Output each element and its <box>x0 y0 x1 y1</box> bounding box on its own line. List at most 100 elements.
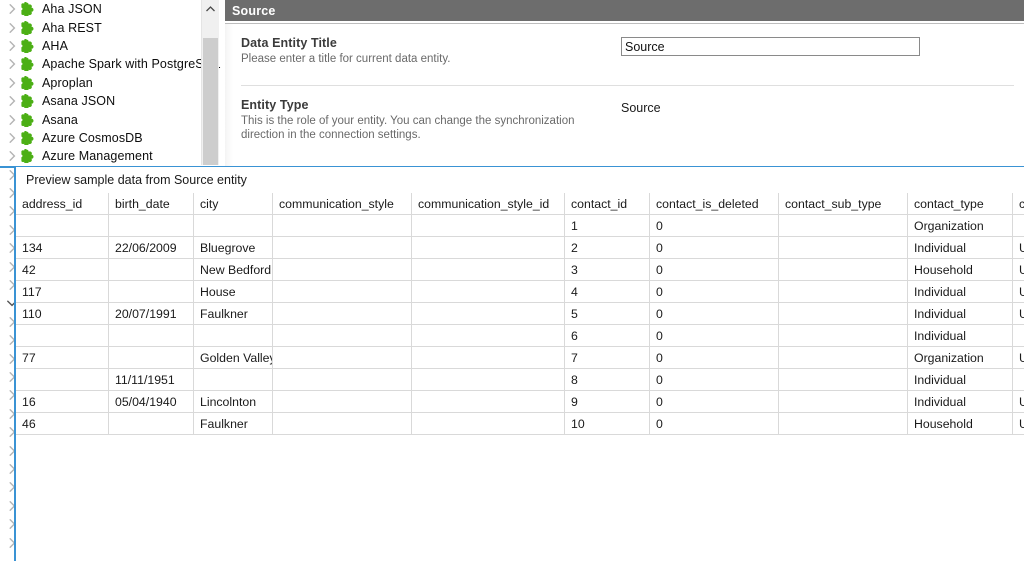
table-row[interactable]: 117House40IndividualUnited States12 <box>16 280 1024 303</box>
table-row[interactable]: 46Faulkner100HouseholdUnited States12 <box>16 412 1024 435</box>
grid-column-header[interactable]: contact_type <box>907 193 1013 215</box>
table-cell[interactable]: Faulkner <box>193 302 273 325</box>
table-cell[interactable] <box>778 368 908 391</box>
table-cell[interactable]: Faulkner <box>193 412 273 435</box>
table-cell[interactable] <box>193 324 273 347</box>
chevron-right-icon[interactable] <box>4 4 20 15</box>
tree-item-apache-spark-with-postgresql[interactable]: Apache Spark with PostgreSQL <box>0 55 221 73</box>
table-cell[interactable]: 16 <box>16 390 109 413</box>
table-row[interactable]: 1605/04/1940Lincolnton 90 IndividualUnited… <box>16 390 1024 413</box>
table-cell[interactable]: Organization <box>907 214 1013 237</box>
table-cell[interactable]: 0 <box>649 302 779 325</box>
table-cell[interactable] <box>272 258 412 281</box>
table-cell[interactable]: House <box>193 280 273 303</box>
chevron-right-icon[interactable] <box>4 151 20 162</box>
chevron-right-icon[interactable] <box>4 41 20 51</box>
table-cell[interactable] <box>778 412 908 435</box>
table-cell[interactable] <box>272 390 412 413</box>
tree-item-asana[interactable]: Asana <box>0 110 221 128</box>
tree-item-azure-management[interactable]: Azure Management <box>0 147 221 165</box>
table-cell[interactable] <box>411 368 565 391</box>
table-cell[interactable]: Individual <box>907 302 1013 325</box>
table-row[interactable]: 6 0 Individual <box>16 324 1024 347</box>
table-cell[interactable]: United States <box>1012 390 1024 413</box>
table-cell[interactable] <box>272 302 412 325</box>
table-cell[interactable]: 7 <box>564 346 650 369</box>
chevron-right-icon[interactable] <box>4 114 20 125</box>
table-cell[interactable] <box>778 236 908 259</box>
table-cell[interactable]: 0 <box>649 324 779 347</box>
table-cell[interactable]: 4 <box>564 280 650 303</box>
table-cell[interactable] <box>272 280 412 303</box>
table-cell[interactable] <box>193 368 273 391</box>
table-cell[interactable] <box>272 214 412 237</box>
table-cell[interactable]: Individual <box>907 280 1013 303</box>
table-cell[interactable] <box>193 214 273 237</box>
table-cell[interactable] <box>108 214 194 237</box>
table-cell[interactable]: 6 <box>564 324 650 347</box>
chevron-right-icon[interactable] <box>4 133 20 143</box>
table-cell[interactable]: Household <box>907 258 1013 281</box>
table-cell[interactable]: 2 <box>564 236 650 259</box>
table-row[interactable]: 11020/07/1991Faulkner 50 IndividualUnited … <box>16 302 1024 325</box>
table-cell[interactable]: Individual <box>907 390 1013 413</box>
table-cell[interactable] <box>411 412 565 435</box>
tree-item-aproplan[interactable]: Aproplan <box>0 74 221 92</box>
data-entity-title-input[interactable] <box>621 37 920 56</box>
tree-item-aha-json[interactable]: Aha JSON <box>0 0 221 18</box>
table-cell[interactable]: Lincolnton <box>193 390 273 413</box>
table-cell[interactable] <box>411 324 565 347</box>
table-cell[interactable] <box>778 258 908 281</box>
tree-item-azure-cosmosdb[interactable]: Azure CosmosDB <box>0 129 221 147</box>
table-cell[interactable] <box>411 346 565 369</box>
table-cell[interactable]: United States <box>1012 302 1024 325</box>
chevron-right-icon[interactable] <box>4 96 20 107</box>
table-cell[interactable]: United States <box>1012 280 1024 303</box>
table-cell[interactable]: 0 <box>649 214 779 237</box>
table-cell[interactable] <box>778 390 908 413</box>
table-cell[interactable]: 0 <box>649 236 779 259</box>
table-cell[interactable]: 46 <box>16 412 109 435</box>
scrollbar-thumb[interactable] <box>203 38 218 165</box>
grid-column-header[interactable]: city <box>193 193 273 215</box>
grid-column-header[interactable]: contact_is_deleted <box>649 193 779 215</box>
table-cell[interactable] <box>16 324 109 347</box>
table-cell[interactable]: Individual <box>907 236 1013 259</box>
table-cell[interactable]: 05/04/1940 <box>108 390 194 413</box>
preview-grid-scroll-area[interactable]: address_id birth_date city communication_st… <box>16 193 1024 559</box>
table-cell[interactable]: 0 <box>649 368 779 391</box>
table-cell[interactable]: United States <box>1012 236 1024 259</box>
table-cell[interactable] <box>411 390 565 413</box>
table-cell[interactable]: 0 <box>649 390 779 413</box>
table-cell[interactable]: 134 <box>16 236 109 259</box>
table-row[interactable]: 11/11/1951 8 0 Individual <box>16 368 1024 391</box>
table-cell[interactable]: 22/06/2009 <box>108 236 194 259</box>
table-cell[interactable]: 3 <box>564 258 650 281</box>
grid-column-header[interactable]: contact_sub_type <box>778 193 908 215</box>
table-cell[interactable] <box>272 346 412 369</box>
table-cell[interactable] <box>411 258 565 281</box>
table-cell[interactable] <box>272 412 412 435</box>
table-cell[interactable]: 1 <box>564 214 650 237</box>
table-cell[interactable] <box>1012 214 1024 237</box>
table-row[interactable]: 42New Bedford30HouseholdUnited States12 <box>16 258 1024 281</box>
table-cell[interactable]: 77 <box>16 346 109 369</box>
table-cell[interactable]: Household <box>907 412 1013 435</box>
table-row[interactable]: 77 Golden Valley 70 OrganizationUnited Stat… <box>16 346 1024 369</box>
table-cell[interactable] <box>108 412 194 435</box>
table-cell[interactable] <box>272 236 412 259</box>
table-cell[interactable]: United States <box>1012 412 1024 435</box>
tree-item-asana-json[interactable]: Asana JSON <box>0 92 221 110</box>
grid-column-header[interactable]: country <box>1012 193 1024 215</box>
table-cell[interactable] <box>272 324 412 347</box>
table-cell[interactable] <box>108 346 194 369</box>
tree-vertical-scrollbar[interactable] <box>201 0 219 165</box>
table-cell[interactable] <box>1012 324 1024 347</box>
table-cell[interactable]: New Bedford <box>193 258 273 281</box>
table-cell[interactable] <box>108 258 194 281</box>
table-cell[interactable] <box>1012 368 1024 391</box>
grid-column-header[interactable]: birth_date <box>108 193 194 215</box>
table-row[interactable]: 13422/06/2009Bluegrove 20 IndividualUnited… <box>16 236 1024 259</box>
table-cell[interactable] <box>778 280 908 303</box>
table-cell[interactable]: 0 <box>649 412 779 435</box>
